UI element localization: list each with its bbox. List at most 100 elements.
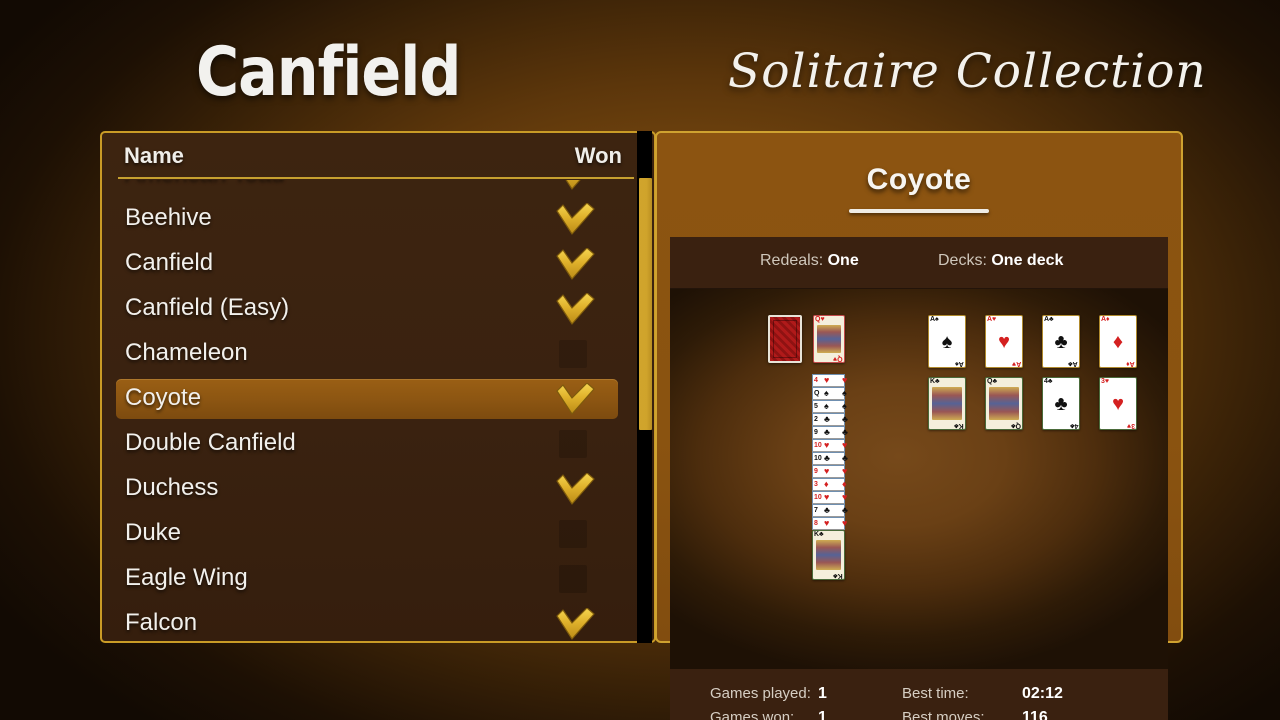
list-item[interactable]: Canfield (Easy) [102, 287, 630, 332]
list-item-label: American Toad [125, 180, 285, 187]
tableau-card: 5 ♠ ♠ [812, 400, 847, 413]
stock-card-back [768, 315, 802, 363]
card-rank-corner: Q [814, 390, 820, 397]
tableau-card: 9 ♣ ♣ [812, 426, 848, 439]
list-header: Name Won [102, 133, 654, 178]
game-list-viewport[interactable]: American Toad Beehive Canfield Canfield (Ea… [102, 180, 630, 641]
card-rank-corner-mirror: A♣ [1068, 360, 1078, 367]
card-rank-corner: 7 [814, 507, 818, 514]
info-redeals-label: Redeals: [760, 252, 824, 269]
suit-pip: ♠ [842, 401, 847, 411]
suit-pip: ♣ [824, 414, 830, 424]
list-item-background [116, 514, 618, 554]
won-check-icon [553, 292, 597, 325]
tableau-card: 4 ♥ ♥ [812, 374, 847, 387]
card-rank-corner: 3 [814, 481, 818, 488]
suit-pip: ♥ [842, 466, 848, 476]
game-list-panel[interactable]: Name Won American Toad Beehive Canfield Can… [100, 131, 656, 643]
card-rank-corner: 8 [814, 520, 818, 527]
waste-card: Q♥ Q♥ [813, 315, 845, 363]
card-rank-corner: A♣ [1044, 316, 1054, 323]
card-rank-corner-mirror: A♦ [1126, 360, 1135, 367]
list-item[interactable]: Eagle Wing [102, 557, 630, 602]
card-rank-corner-mirror: 4♣ [1069, 422, 1079, 429]
reserve-card: ♣ 4♣ 4♣ [1042, 377, 1080, 430]
card-rank-corner: K♣ [930, 378, 940, 385]
list-item-label: Eagle Wing [125, 564, 248, 591]
list-item[interactable]: Duke [102, 512, 630, 557]
card-rank-corner: A♥ [987, 316, 997, 323]
list-item-label: Canfield (Easy) [125, 294, 290, 321]
header: Canfield Solitaire Collection [0, 0, 1280, 128]
suit-pip: ♠ [824, 388, 829, 398]
info-redeals-value: One [827, 252, 859, 269]
collection-subtitle: Solitaire Collection [728, 44, 1207, 99]
list-item[interactable]: Beehive [102, 197, 630, 242]
waste-card-rank: Q♥ [815, 316, 825, 323]
court-art [816, 540, 841, 570]
suit-pip: ♣ [842, 453, 848, 463]
foundation-card: ♦ A♦ A♦ [1099, 315, 1137, 368]
list-item[interactable]: Duchess [102, 467, 630, 512]
tableau-card-top: K♣ K♣ [812, 530, 845, 580]
card-rank-corner-mirror: A♠ [955, 360, 964, 367]
won-check-icon [553, 472, 597, 505]
card-rank-corner: A♦ [1101, 316, 1110, 323]
reserve-card: K♣ K♣ [928, 377, 966, 430]
card-rank-corner-mirror: K♣ [954, 422, 964, 429]
suit-pip: ♥ [824, 518, 830, 528]
won-check-icon [553, 607, 597, 640]
list-item[interactable]: Chameleon [102, 332, 630, 377]
tableau-card: 10 ♣ ♣ [812, 452, 848, 465]
card-rank-corner: Q♣ [987, 378, 998, 385]
list-item-label: Canfield [125, 249, 214, 276]
column-header-name: Name [124, 143, 184, 168]
suit-pip: ♥ [824, 440, 830, 450]
suit-pip: ♣ [842, 505, 848, 515]
tableau-card: 9 ♥ ♥ [812, 465, 848, 478]
suit-pip: ♥ [842, 440, 848, 450]
card-rank-corner: 10 [814, 455, 822, 462]
list-item[interactable]: American Toad [102, 180, 630, 197]
foundation-card: ♥ A♥ A♥ [985, 315, 1023, 368]
list-item[interactable]: Coyote [102, 377, 630, 422]
app-root: Canfield Solitaire Collection Name Won A… [0, 0, 1280, 720]
won-empty-box-icon [553, 565, 597, 595]
card-rank-corner: 10 [814, 494, 822, 501]
page-title: Canfield [196, 33, 461, 112]
list-item[interactable]: Falcon [102, 602, 630, 641]
reserve-card: ♥ 3♥ 3♥ [1099, 377, 1137, 430]
game-detail-panel: Coyote Redeals: One Decks: One deck Q♥ Q… [655, 131, 1183, 720]
list-item-label: Falcon [125, 609, 198, 636]
card-rank-corner-mirror: K♣ [833, 572, 843, 579]
won-check-icon [553, 180, 597, 190]
suit-pip: ♠ [824, 401, 829, 411]
detail-title-underline [849, 209, 989, 213]
list-item[interactable]: Canfield [102, 242, 630, 287]
suit-pip: ♥ [842, 518, 848, 528]
suit-pip: ♣ [842, 414, 848, 424]
waste-card-rank-mirror: Q♥ [833, 355, 843, 362]
list-item[interactable]: Double Canfield [102, 422, 630, 467]
card-rank-corner: 5 [814, 403, 818, 410]
won-check-icon [553, 382, 597, 415]
list-item-label: Coyote [125, 384, 202, 411]
card-rank-corner: 4♣ [1044, 378, 1053, 385]
info-decks: Decks: One deck [938, 252, 1063, 270]
game-preview-board: Q♥ Q♥ ♠ A♠ A♠ ♥ A♥ A♥ ♣ A♣ A♣ ♦ A♦ A♦ K♣ K♣ Q♣ Q♣ ♣ 4♣ 4♣… [670, 289, 1168, 669]
list-scrollbar-thumb[interactable] [639, 178, 652, 430]
tableau-card: 10 ♥ ♥ [812, 491, 848, 504]
reserve-card: Q♣ Q♣ [985, 377, 1023, 430]
card-rank-corner-mirror: A♥ [1011, 360, 1021, 367]
info-redeals: Redeals: One [760, 252, 859, 270]
tableau-card: 8 ♥ ♥ [812, 517, 848, 530]
suit-pip: ♦ [824, 479, 829, 489]
card-rank-corner: 9 [814, 429, 818, 436]
tableau-card: 10 ♥ ♥ [812, 439, 848, 452]
court-art [817, 325, 841, 353]
suit-pip: ♥ [842, 492, 848, 502]
list-item-label: Duchess [125, 474, 219, 501]
header-divider [118, 177, 634, 179]
won-empty-box-icon [553, 430, 597, 460]
list-item-label: Beehive [125, 204, 212, 231]
